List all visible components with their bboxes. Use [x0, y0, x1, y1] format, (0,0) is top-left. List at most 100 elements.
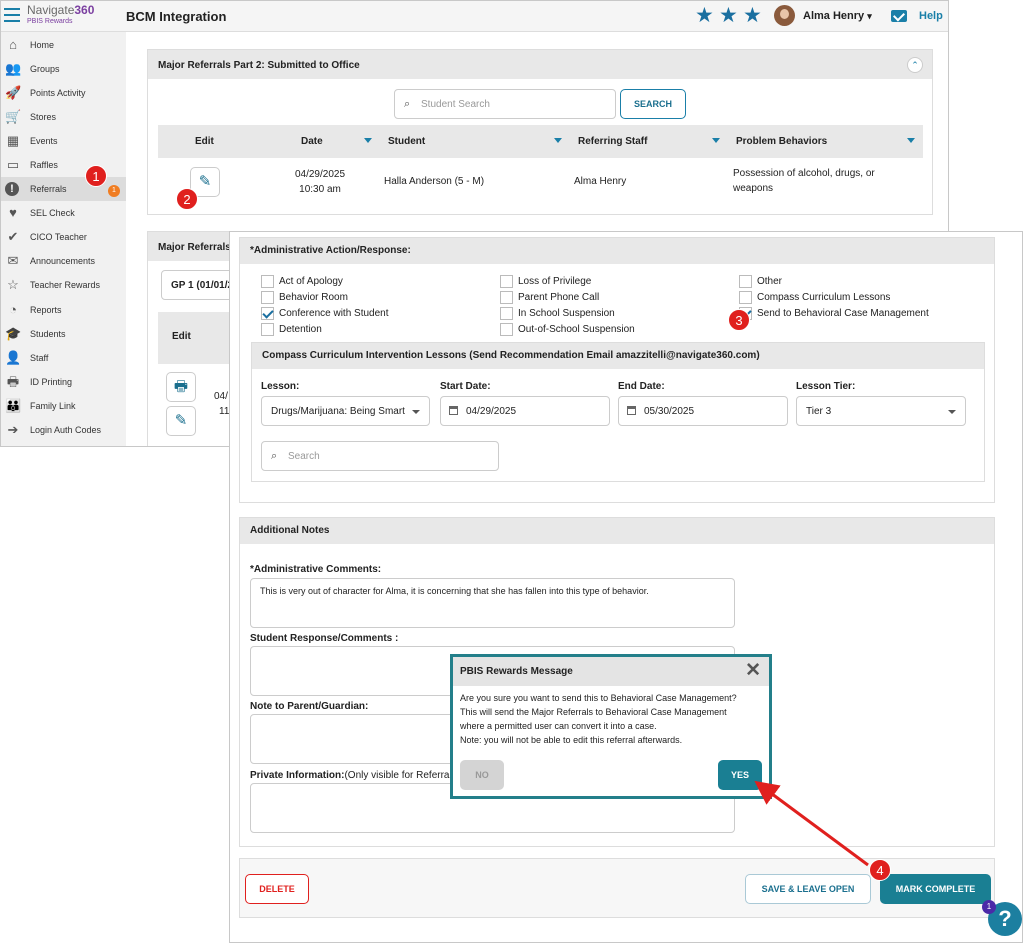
- submitted-referrals-panel: Major Referrals Part 2: Submitted to Off…: [147, 49, 933, 215]
- sidebar-item-label: Family Link: [30, 401, 76, 411]
- edit-referral-button[interactable]: ✎: [166, 406, 196, 436]
- sidebar-item-label: Referrals: [30, 184, 67, 194]
- help-notification-badge: 1: [982, 900, 996, 914]
- app-logo: Navigate360: [27, 3, 94, 17]
- sort-caret-icon[interactable]: [712, 138, 720, 143]
- sidebar-item-groups[interactable]: 👥 Groups: [1, 57, 126, 81]
- sidebar-item-teacher-rewards[interactable]: ☆ Teacher Rewards: [1, 273, 126, 297]
- envelope-icon: ✉: [7, 253, 19, 268]
- pencil-icon: ✎: [174, 412, 188, 429]
- sidebar-item-label: SEL Check: [30, 208, 75, 218]
- column-date[interactable]: Date: [301, 136, 323, 147]
- star-icon: ★: [695, 4, 714, 27]
- sidebar-item-label: Students: [30, 329, 66, 339]
- sidebar-item-sel-check[interactable]: ♥ SEL Check: [1, 201, 126, 225]
- sidebar-item-label: Teacher Rewards: [30, 280, 101, 290]
- sidebar-item-label: CICO Teacher: [30, 232, 87, 242]
- grading-period-value: GP 1 (01/01/2: [171, 280, 234, 291]
- star-outline-icon: ☆: [7, 277, 19, 292]
- table-cell-staff: Alma Henry: [574, 176, 627, 187]
- sidebar-item-announcements[interactable]: ✉ Announcements: [1, 249, 126, 273]
- user-name: Alma Henry: [803, 10, 865, 22]
- sort-caret-icon[interactable]: [554, 138, 562, 143]
- chevron-down-icon: ▾: [867, 11, 872, 21]
- column-student[interactable]: Student: [388, 136, 425, 147]
- ticket-icon: ▭: [6, 157, 20, 172]
- row-time: 10:30 am: [299, 184, 341, 195]
- sidebar-item-label: Staff: [30, 353, 49, 363]
- sidebar-item-stores[interactable]: 🛒 Stores: [1, 105, 126, 129]
- step-marker-2: 2: [176, 188, 198, 210]
- home-icon: ⌂: [9, 37, 17, 52]
- referrals-count-badge: 1: [108, 185, 120, 197]
- sidebar-item-label: Groups: [30, 64, 60, 74]
- sidebar-item-cico-teacher[interactable]: ✔ CICO Teacher: [1, 225, 126, 249]
- help-link[interactable]: Help: [919, 10, 943, 22]
- sidebar-item-family-link[interactable]: 👪 Family Link: [1, 394, 126, 418]
- star-icon: ★: [743, 4, 762, 27]
- table-cell-date: 04/29/2025 10:30 am: [290, 167, 350, 197]
- sidebar-item-label: Stores: [30, 112, 57, 122]
- sidebar-item-label: Raffles: [30, 160, 58, 170]
- sidebar-item-home[interactable]: ⌂ Home: [1, 33, 126, 57]
- sidebar-item-staff[interactable]: 👤 Staff: [1, 346, 126, 370]
- step-marker-1: 1: [85, 165, 107, 187]
- logo-subtitle: PBIS Rewards: [27, 18, 73, 25]
- check-circle-icon: ✔: [7, 229, 19, 244]
- student-search-input[interactable]: ⌕ Student Search: [394, 89, 616, 119]
- panel-title: Major Referrals: [158, 242, 231, 253]
- row-time: 11: [219, 406, 230, 417]
- mail-icon[interactable]: [891, 10, 907, 22]
- sidebar-item-label: Points Activity: [30, 88, 86, 98]
- column-referring-staff[interactable]: Referring Staff: [578, 136, 647, 147]
- sidebar-item-login-auth-codes[interactable]: ➔ Login Auth Codes: [1, 418, 126, 442]
- heart-icon: ♥: [9, 205, 17, 220]
- annotation-arrow: [754, 780, 869, 867]
- user-avatar[interactable]: [774, 5, 795, 26]
- sidebar-item-label: Events: [30, 136, 58, 146]
- sidebar-item-raffles[interactable]: ▭ Raffles: [1, 153, 126, 177]
- sidebar: ⌂ Home 👥 Groups 🚀 Points Activity 🛒 Stores ▦…: [1, 32, 126, 446]
- logo-text: Navigate: [27, 3, 75, 17]
- sidebar-item-points-activity[interactable]: 🚀 Points Activity: [1, 81, 126, 105]
- rocket-icon: 🚀: [5, 85, 22, 100]
- pencil-icon: ✎: [198, 173, 212, 190]
- search-placeholder: Student Search: [421, 99, 490, 110]
- row-date: 04/29/2025: [294, 169, 346, 180]
- column-edit: Edit: [195, 136, 214, 147]
- sidebar-item-id-printing[interactable]: 🖶 ID Printing: [1, 370, 126, 394]
- logo-number: 360: [74, 3, 95, 17]
- sidebar-item-referrals[interactable]: ! Referrals 1: [1, 177, 126, 201]
- panel-title: Major Referrals Part 2: Submitted to Off…: [158, 60, 360, 71]
- sidebar-item-label: ID Printing: [30, 377, 73, 387]
- sidebar-item-events[interactable]: ▦ Events: [1, 129, 126, 153]
- family-icon: 👪: [5, 398, 22, 413]
- cart-icon: 🛒: [5, 109, 22, 124]
- printer-icon: 🖶: [6, 374, 20, 389]
- groups-icon: 👥: [5, 61, 22, 76]
- column-problem-behaviors[interactable]: Problem Behaviors: [736, 136, 827, 147]
- table-cell-student: Halla Anderson (5 - M): [384, 176, 485, 187]
- sort-caret-icon[interactable]: [364, 138, 372, 143]
- column-edit: Edit: [172, 331, 191, 342]
- referral-form-window: *Administrative Action/Response: Act of …: [229, 231, 1023, 943]
- sidebar-item-label: Login Auth Codes: [30, 425, 102, 435]
- table-cell-date: 04/11: [214, 389, 229, 419]
- pie-chart-icon: ◔: [9, 302, 17, 317]
- user-menu[interactable]: Alma Henry ▾: [803, 10, 872, 22]
- sidebar-item-students[interactable]: 🎓 Students: [1, 322, 126, 346]
- graduation-cap-icon: 🎓: [5, 326, 22, 341]
- top-bar: Navigate360 PBIS Rewards BCM Integration…: [1, 1, 948, 32]
- search-button[interactable]: SEARCH: [620, 89, 686, 119]
- sort-caret-icon[interactable]: [907, 138, 915, 143]
- sidebar-item-label: Reports: [30, 305, 62, 315]
- person-icon: 👤: [5, 350, 22, 365]
- hamburger-menu-icon[interactable]: [4, 8, 20, 22]
- collapse-icon[interactable]: ⌃: [907, 57, 923, 73]
- print-referral-button[interactable]: 🖶: [166, 372, 196, 402]
- sidebar-item-reports[interactable]: ◔ Reports: [1, 298, 126, 322]
- star-icon: ★: [719, 4, 738, 27]
- sidebar-item-label: Announcements: [30, 256, 96, 266]
- sidebar-item-label: Home: [30, 40, 55, 50]
- printer-icon: 🖶: [173, 378, 189, 395]
